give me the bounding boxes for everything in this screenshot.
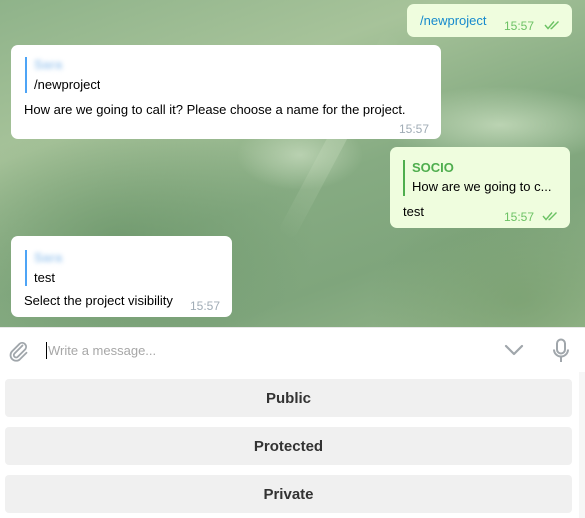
message-composer bbox=[0, 327, 585, 372]
chevron-down-icon[interactable] bbox=[503, 341, 525, 359]
double-check-icon bbox=[544, 21, 559, 30]
reply-author: Sara bbox=[34, 57, 63, 72]
scrollbar[interactable] bbox=[579, 372, 585, 518]
reply-quote[interactable]: Sara test bbox=[25, 250, 62, 286]
message-text: Select the project visibility bbox=[24, 293, 173, 308]
message-time: 15:57 bbox=[504, 210, 535, 224]
attach-icon[interactable] bbox=[8, 339, 28, 363]
keyboard-button-public[interactable]: Public bbox=[5, 379, 572, 417]
message-text[interactable]: /newproject bbox=[420, 13, 486, 29]
reply-snippet: /newproject bbox=[34, 77, 101, 92]
reply-author: SOCIO bbox=[412, 160, 454, 175]
keyboard-button-protected[interactable]: Protected bbox=[5, 427, 572, 465]
message-incoming[interactable]: Sara /newproject How are we going to cal… bbox=[11, 45, 441, 139]
reply-author: Sara bbox=[34, 250, 63, 265]
message-input[interactable] bbox=[48, 341, 478, 360]
message-outgoing[interactable]: /newproject 15:57 bbox=[407, 4, 572, 37]
bot-keyboard: Public Protected Private bbox=[0, 372, 585, 518]
chat-history[interactable]: /newproject 15:57 Sara /newproject How a… bbox=[0, 0, 585, 327]
message-time: 15:57 bbox=[399, 122, 430, 136]
keyboard-button-private[interactable]: Private bbox=[5, 475, 572, 513]
message-text: How are we going to call it? Please choo… bbox=[24, 102, 406, 117]
reply-quote[interactable]: Sara /newproject bbox=[25, 57, 100, 93]
double-check-icon bbox=[542, 212, 557, 221]
message-time: 15:57 bbox=[504, 19, 535, 33]
message-time: 15:57 bbox=[190, 299, 221, 313]
message-outgoing[interactable]: SOCIO How are we going to c... test 15:5… bbox=[390, 147, 570, 228]
microphone-icon[interactable] bbox=[552, 338, 570, 364]
message-incoming[interactable]: Sara test Select the project visibility … bbox=[11, 236, 232, 317]
message-text: test bbox=[403, 204, 424, 219]
reply-snippet: test bbox=[34, 270, 55, 285]
reply-snippet: How are we going to c... bbox=[412, 179, 552, 194]
reply-quote[interactable]: SOCIO How are we going to c... bbox=[403, 160, 558, 196]
